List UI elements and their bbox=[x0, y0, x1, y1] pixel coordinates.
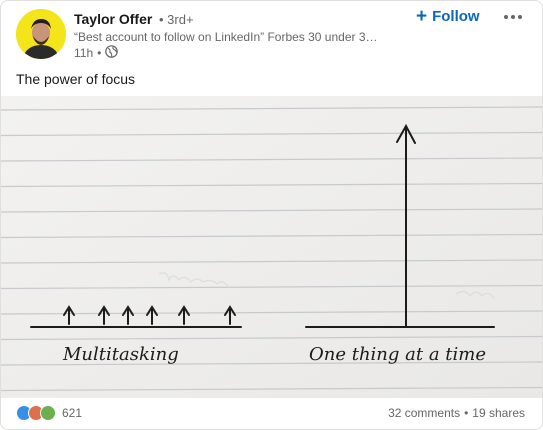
more-icon bbox=[504, 15, 522, 19]
feed-post-card: Taylor Offer • 3rd+ “Best account to fol… bbox=[0, 0, 543, 430]
support-reaction-icon bbox=[40, 405, 56, 421]
globe-icon bbox=[105, 45, 119, 61]
stats-separator: • bbox=[464, 406, 469, 420]
shares-link[interactable]: 19 shares bbox=[472, 406, 525, 420]
author-name[interactable]: Taylor Offer bbox=[74, 11, 152, 27]
reactions-summary[interactable]: 621 bbox=[16, 405, 82, 421]
follow-label: Follow bbox=[432, 8, 480, 25]
post-time: 11h bbox=[74, 46, 94, 60]
image-label-multitasking: Multitasking bbox=[62, 344, 179, 365]
more-options-button[interactable] bbox=[497, 7, 529, 27]
author-headline: “Best account to follow on LinkedIn” For… bbox=[74, 30, 378, 44]
follow-button[interactable]: + Follow bbox=[416, 5, 480, 27]
connection-degree: • 3rd+ bbox=[159, 12, 194, 27]
post-text: The power of focus bbox=[16, 71, 136, 87]
reaction-icons bbox=[16, 405, 56, 421]
post-meta: 11h • bbox=[74, 45, 119, 61]
meta-separator: • bbox=[97, 46, 102, 60]
plus-icon: + bbox=[416, 5, 428, 27]
comments-link[interactable]: 32 comments bbox=[388, 406, 460, 420]
connection-degree-label: 3rd+ bbox=[167, 12, 194, 27]
post-image[interactable]: Multitasking One thing at a time bbox=[1, 96, 542, 398]
reaction-count: 621 bbox=[62, 406, 83, 420]
engagement-stats: 32 comments • 19 shares bbox=[388, 406, 525, 420]
author-avatar[interactable] bbox=[16, 9, 66, 59]
image-label-one-thing: One thing at a time bbox=[309, 344, 486, 365]
